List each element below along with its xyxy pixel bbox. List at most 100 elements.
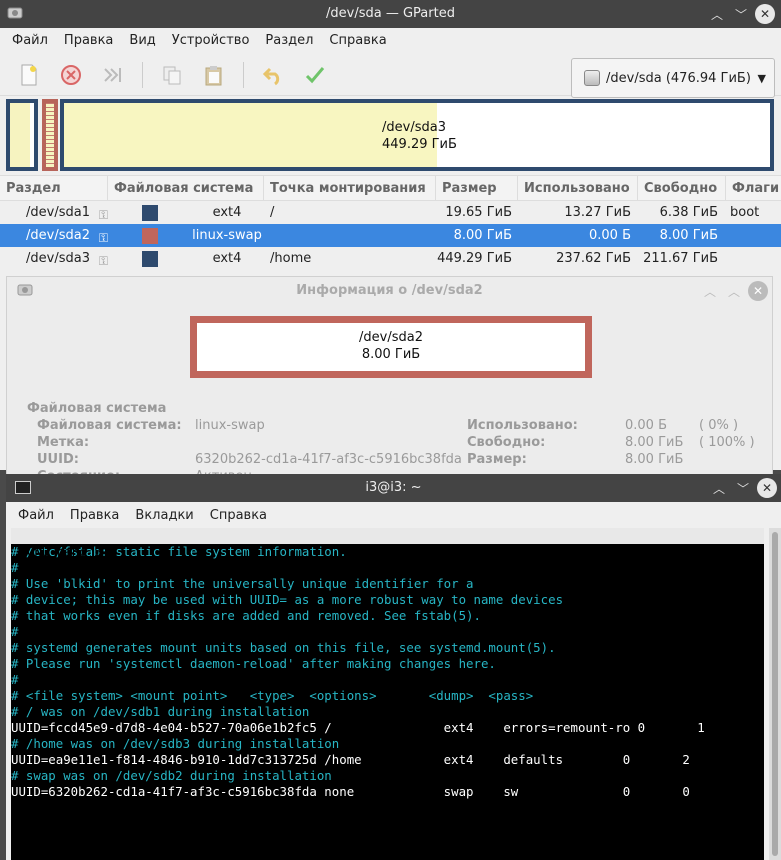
mount-point: / <box>270 205 275 220</box>
resize-move-icon <box>104 67 121 82</box>
undo-button[interactable] <box>260 62 286 88</box>
fs-type: ext4 <box>212 251 242 266</box>
table-row[interactable]: /dev/sda3 ⚿ ext4 /home 449.29 ГиБ 237.62 … <box>0 247 781 270</box>
used-value: 0.00 Б <box>625 418 667 433</box>
diskmap-partition-sda3[interactable]: /dev/sda3 449.29 ГиБ <box>60 99 774 171</box>
info-dialog-title: Информация о /dev/sda2 <box>296 283 483 298</box>
menu-edit[interactable]: Правка <box>62 508 127 523</box>
new-partition-button[interactable] <box>16 62 42 88</box>
menu-file[interactable]: Файл <box>4 28 56 54</box>
apply-button[interactable] <box>302 62 328 88</box>
diskmap-label-name: /dev/sda3 <box>382 120 446 135</box>
partition-info-dialog: Информация о /dev/sda2 ︿ ︿ ✕ /dev/sda2 8… <box>6 276 773 476</box>
free-value: 211.67 ГиБ <box>643 251 718 266</box>
delete-icon <box>61 64 81 85</box>
menu-file[interactable]: Файл <box>10 508 62 523</box>
scrollbar-thumb[interactable] <box>772 532 778 856</box>
maximize-button[interactable]: ︿ <box>707 4 727 24</box>
menu-partition[interactable]: Раздел <box>257 28 321 54</box>
column-header-mountpoint[interactable]: Точка монтирования <box>264 176 436 200</box>
fs-value: linux-swap <box>195 418 265 433</box>
size-value: 449.29 ГиБ <box>437 251 512 266</box>
free-percent: ( 100% ) <box>699 435 755 450</box>
fs-color-swatch <box>142 204 158 221</box>
free-value: 8.00 ГиБ <box>659 228 718 243</box>
maximize-button[interactable]: ︿ <box>709 478 729 498</box>
partition-name: /dev/sda2 <box>26 228 90 243</box>
comment-line: # <file system> <mount point> <type> <op… <box>11 688 534 703</box>
size-label: Размер: <box>467 452 527 467</box>
terminal-title: i3@i3: ~ <box>365 480 422 495</box>
used-percent: ( 0% ) <box>699 418 739 433</box>
minimize-button[interactable]: ︿ <box>724 281 744 301</box>
size-value: 8.00 ГиБ <box>625 452 684 467</box>
copy-button[interactable] <box>159 62 185 88</box>
menu-help[interactable]: Справка <box>202 508 275 523</box>
comment-line: # that works even if disks are added and… <box>11 608 481 623</box>
partition-name: /dev/sda3 <box>26 251 90 266</box>
info-dialog-titlebar[interactable]: Информация о /dev/sda2 ︿ ︿ ✕ <box>7 277 772 305</box>
menu-help[interactable]: Справка <box>321 28 394 54</box>
menu-edit[interactable]: Правка <box>56 28 121 54</box>
fs-type: ext4 <box>212 205 242 220</box>
menu-tabs[interactable]: Вкладки <box>127 508 201 523</box>
column-header-partition[interactable]: Раздел <box>0 176 108 200</box>
dropdown-arrow-icon: ▼ <box>757 71 766 85</box>
column-header-flags[interactable]: Флаги <box>726 176 781 200</box>
mount-point: /home <box>270 251 312 266</box>
fs-type: linux-swap <box>192 228 262 243</box>
close-icon: ✕ <box>759 7 771 21</box>
comment-line: # device; this may be used with UUID= as… <box>11 592 564 607</box>
harddisk-icon <box>584 70 600 86</box>
partition-graphic: /dev/sda2 8.00 ГиБ <box>190 316 592 378</box>
column-header-free[interactable]: Свободно <box>638 176 726 200</box>
menu-view[interactable]: Вид <box>121 28 163 54</box>
checkmark-icon <box>305 66 325 83</box>
column-header-filesystem[interactable]: Файловая система <box>108 176 264 200</box>
used-label: Использовано: <box>467 418 578 433</box>
device-selector-value: /dev/sda (476.94 ГиБ) <box>606 70 751 86</box>
menu-device[interactable]: Устройство <box>164 28 258 54</box>
paste-button[interactable] <box>201 62 227 88</box>
chevron-down-icon: ﹀ <box>734 7 747 22</box>
terminal-screen[interactable]: GNU nano 5.4 /etc/fstab # /etc/fstab: st… <box>11 528 764 860</box>
close-button[interactable]: ✕ <box>757 478 777 498</box>
diskmap-partition-sda1[interactable] <box>6 99 38 171</box>
table-row[interactable]: /dev/sda1 ⚿ ext4 / 19.65 ГиБ 13.27 ГиБ 6.… <box>0 201 781 224</box>
partition-name: /dev/sda1 <box>26 205 90 220</box>
gparted-toolbar: /dev/sda (476.94 ГиБ) ▼ <box>0 54 781 98</box>
column-header-used[interactable]: Использовано <box>518 176 638 200</box>
label-label: Метка: <box>37 435 90 450</box>
close-button[interactable]: ✕ <box>755 4 775 24</box>
chevron-down-icon: ﹀ <box>736 481 749 496</box>
gparted-menubar: Файл Правка Вид Устройство Раздел Справк… <box>0 28 781 54</box>
delete-partition-button[interactable] <box>58 62 84 88</box>
terminal-menubar: Файл Правка Вкладки Справка <box>6 502 781 528</box>
terminal-window: i3@i3: ~ ︿ ﹀ ✕ Файл Правка Вкладки Справ… <box>6 474 781 860</box>
section-heading: Файловая система <box>27 401 167 416</box>
fstab-entry-line: UUID=fccd45e9-d7d8-4e04-b527-70a06e1b2fc… <box>11 720 705 735</box>
terminal-scrollbar[interactable] <box>769 528 781 860</box>
fs-color-swatch <box>142 250 158 267</box>
toolbar-separator <box>142 61 143 88</box>
close-icon: ✕ <box>761 481 773 495</box>
gparted-titlebar[interactable]: /dev/sda — GParted ︿ ﹀ ✕ <box>0 0 781 28</box>
terminal-titlebar[interactable]: i3@i3: ~ ︿ ﹀ ✕ <box>6 474 781 502</box>
maximize-button[interactable]: ︿ <box>700 281 720 301</box>
used-value: 237.62 ГиБ <box>556 251 631 266</box>
comment-line: # swap was on /dev/sdb2 during installat… <box>11 768 332 783</box>
nano-header: GNU nano 5.4 /etc/fstab <box>11 528 764 575</box>
close-button[interactable]: ✕ <box>748 281 768 301</box>
partition-graphic-name: /dev/sda2 <box>359 330 423 345</box>
minimize-button[interactable]: ﹀ <box>731 4 751 24</box>
comment-line: # /etc/fstab: static file system informa… <box>11 544 347 559</box>
resize-move-button[interactable] <box>100 62 126 88</box>
diskmap-partition-sda2[interactable] <box>42 99 58 171</box>
device-selector[interactable]: /dev/sda (476.94 ГиБ) ▼ <box>571 58 775 98</box>
column-header-size[interactable]: Размер <box>436 176 518 200</box>
used-value: 0.00 Б <box>589 228 631 243</box>
chevron-up-icon: ︿ <box>703 284 716 299</box>
table-row-selected[interactable]: /dev/sda2 ⚿ linux-swap 8.00 ГиБ 0.00 Б 8.… <box>0 224 781 247</box>
minimize-button[interactable]: ﹀ <box>733 478 753 498</box>
fs-label: Файловая система: <box>37 418 182 433</box>
